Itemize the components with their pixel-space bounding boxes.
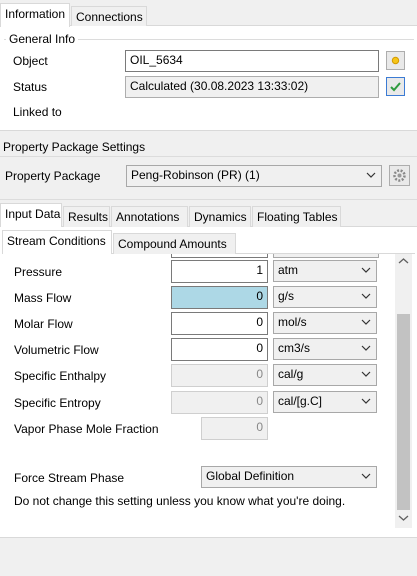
pressure-unit-value: atm [278,263,299,277]
chevron-down-icon [361,293,371,299]
tab-dynamics[interactable]: Dynamics [189,206,251,227]
chevron-down-icon [361,345,371,351]
linked-to-label: Linked to [13,105,62,119]
chevron-down-icon [361,371,371,377]
molar-flow-unit-select[interactable]: mol/s [273,312,377,334]
status-field: Calculated (30.08.2023 13:33:02) [125,76,379,98]
object-label: Object [13,54,48,68]
mass-flow-unit-value: g/s [278,289,295,303]
scroll-up-icon[interactable] [398,257,409,265]
specific-entropy-unit-value: cal/[g.C] [278,394,323,408]
tab-compound-amounts-label: Compound Amounts [118,237,227,251]
force-phase-label: Force Stream Phase [14,471,125,485]
tab-compound-amounts[interactable]: Compound Amounts [113,233,236,254]
tab-dynamics-label: Dynamics [194,210,247,224]
force-phase-warning: Do not change this setting unless you kn… [14,494,346,508]
object-highlight-button[interactable] [386,51,405,70]
property-package-settings-button[interactable] [389,165,410,186]
volumetric-flow-unit-value: cm3/s [278,341,311,355]
tab-input-data[interactable]: Input Data [0,203,62,227]
molar-flow-unit-value: mol/s [278,315,307,329]
molar-flow-input[interactable]: 0 [171,312,268,335]
specific-entropy-input: 0 [171,391,268,414]
scrollbar-thumb[interactable] [397,314,410,510]
force-phase-select[interactable]: Global Definition [201,466,377,488]
property-package-select[interactable]: Peng-Robinson (PR) (1) [126,165,382,187]
tab-annotations[interactable]: Annotations [111,206,188,227]
chevron-down-icon [361,473,371,479]
tab-floating-tables[interactable]: Floating Tables [252,206,341,227]
pressure-unit-select[interactable]: atm [273,260,377,282]
star-icon [391,56,400,65]
property-package-divider [0,156,417,157]
tab-information-label: Information [5,7,66,21]
status-check-button[interactable] [386,77,405,96]
scrolled-off-value [171,254,268,258]
pressure-label: Pressure [14,265,63,279]
specific-enthalpy-input: 0 [171,364,268,387]
gear-icon [393,169,406,182]
tab-information[interactable]: Information [0,3,70,27]
object-field[interactable]: OIL_5634 [125,50,379,72]
tab-input-data-label: Input Data [5,207,61,221]
main-tabs-top-divider [0,199,417,200]
volumetric-flow-unit-select[interactable]: cm3/s [273,338,377,360]
property-package-title: Property Package Settings [3,140,146,154]
pressure-input[interactable]: 1 [171,260,268,283]
property-package-selected: Peng-Robinson (PR) (1) [131,168,260,182]
vapor-fraction-input: 0 [201,417,268,440]
tab-floating-tables-label: Floating Tables [257,210,338,224]
general-info-title: General Info [6,32,79,46]
chevron-down-icon [366,172,376,178]
status-label: Status [13,80,48,94]
tab-stream-conditions[interactable]: Stream Conditions [2,230,112,254]
property-package-label: Property Package [5,169,101,183]
tab-results[interactable]: Results [63,206,110,227]
vertical-scrollbar[interactable] [395,254,412,528]
scroll-down-icon[interactable] [398,514,409,522]
chevron-down-icon [361,267,371,273]
info-bottom-border [0,130,417,131]
volumetric-flow-input[interactable]: 0 [171,338,268,361]
mass-flow-unit-select[interactable]: g/s [273,286,377,308]
specific-enthalpy-unit-value: cal/g [278,367,304,381]
checkmark-icon [390,82,401,92]
chevron-down-icon [361,319,371,325]
specific-entropy-label: Specific Entropy [14,396,101,410]
force-phase-value: Global Definition [206,469,295,483]
tab-connections-label: Connections [76,10,143,24]
vapor-fraction-label: Vapor Phase Mole Fraction [14,422,159,436]
tab-stream-conditions-label: Stream Conditions [7,234,106,248]
specific-enthalpy-label: Specific Enthalpy [14,369,107,383]
specific-entropy-unit-select[interactable]: cal/[g.C] [273,391,377,413]
mass-flow-label: Mass Flow [14,291,72,305]
scrolled-off-unit [273,254,379,258]
molar-flow-label: Molar Flow [14,317,73,331]
chevron-down-icon [361,398,371,404]
specific-enthalpy-unit-select[interactable]: cal/g [273,364,377,386]
volumetric-flow-label: Volumetric Flow [14,343,99,357]
tab-annotations-label: Annotations [116,210,180,224]
tab-results-label: Results [68,210,109,224]
tab-connections[interactable]: Connections [71,6,147,27]
bottom-divider [0,537,417,538]
mass-flow-input[interactable]: 0 [171,286,268,309]
